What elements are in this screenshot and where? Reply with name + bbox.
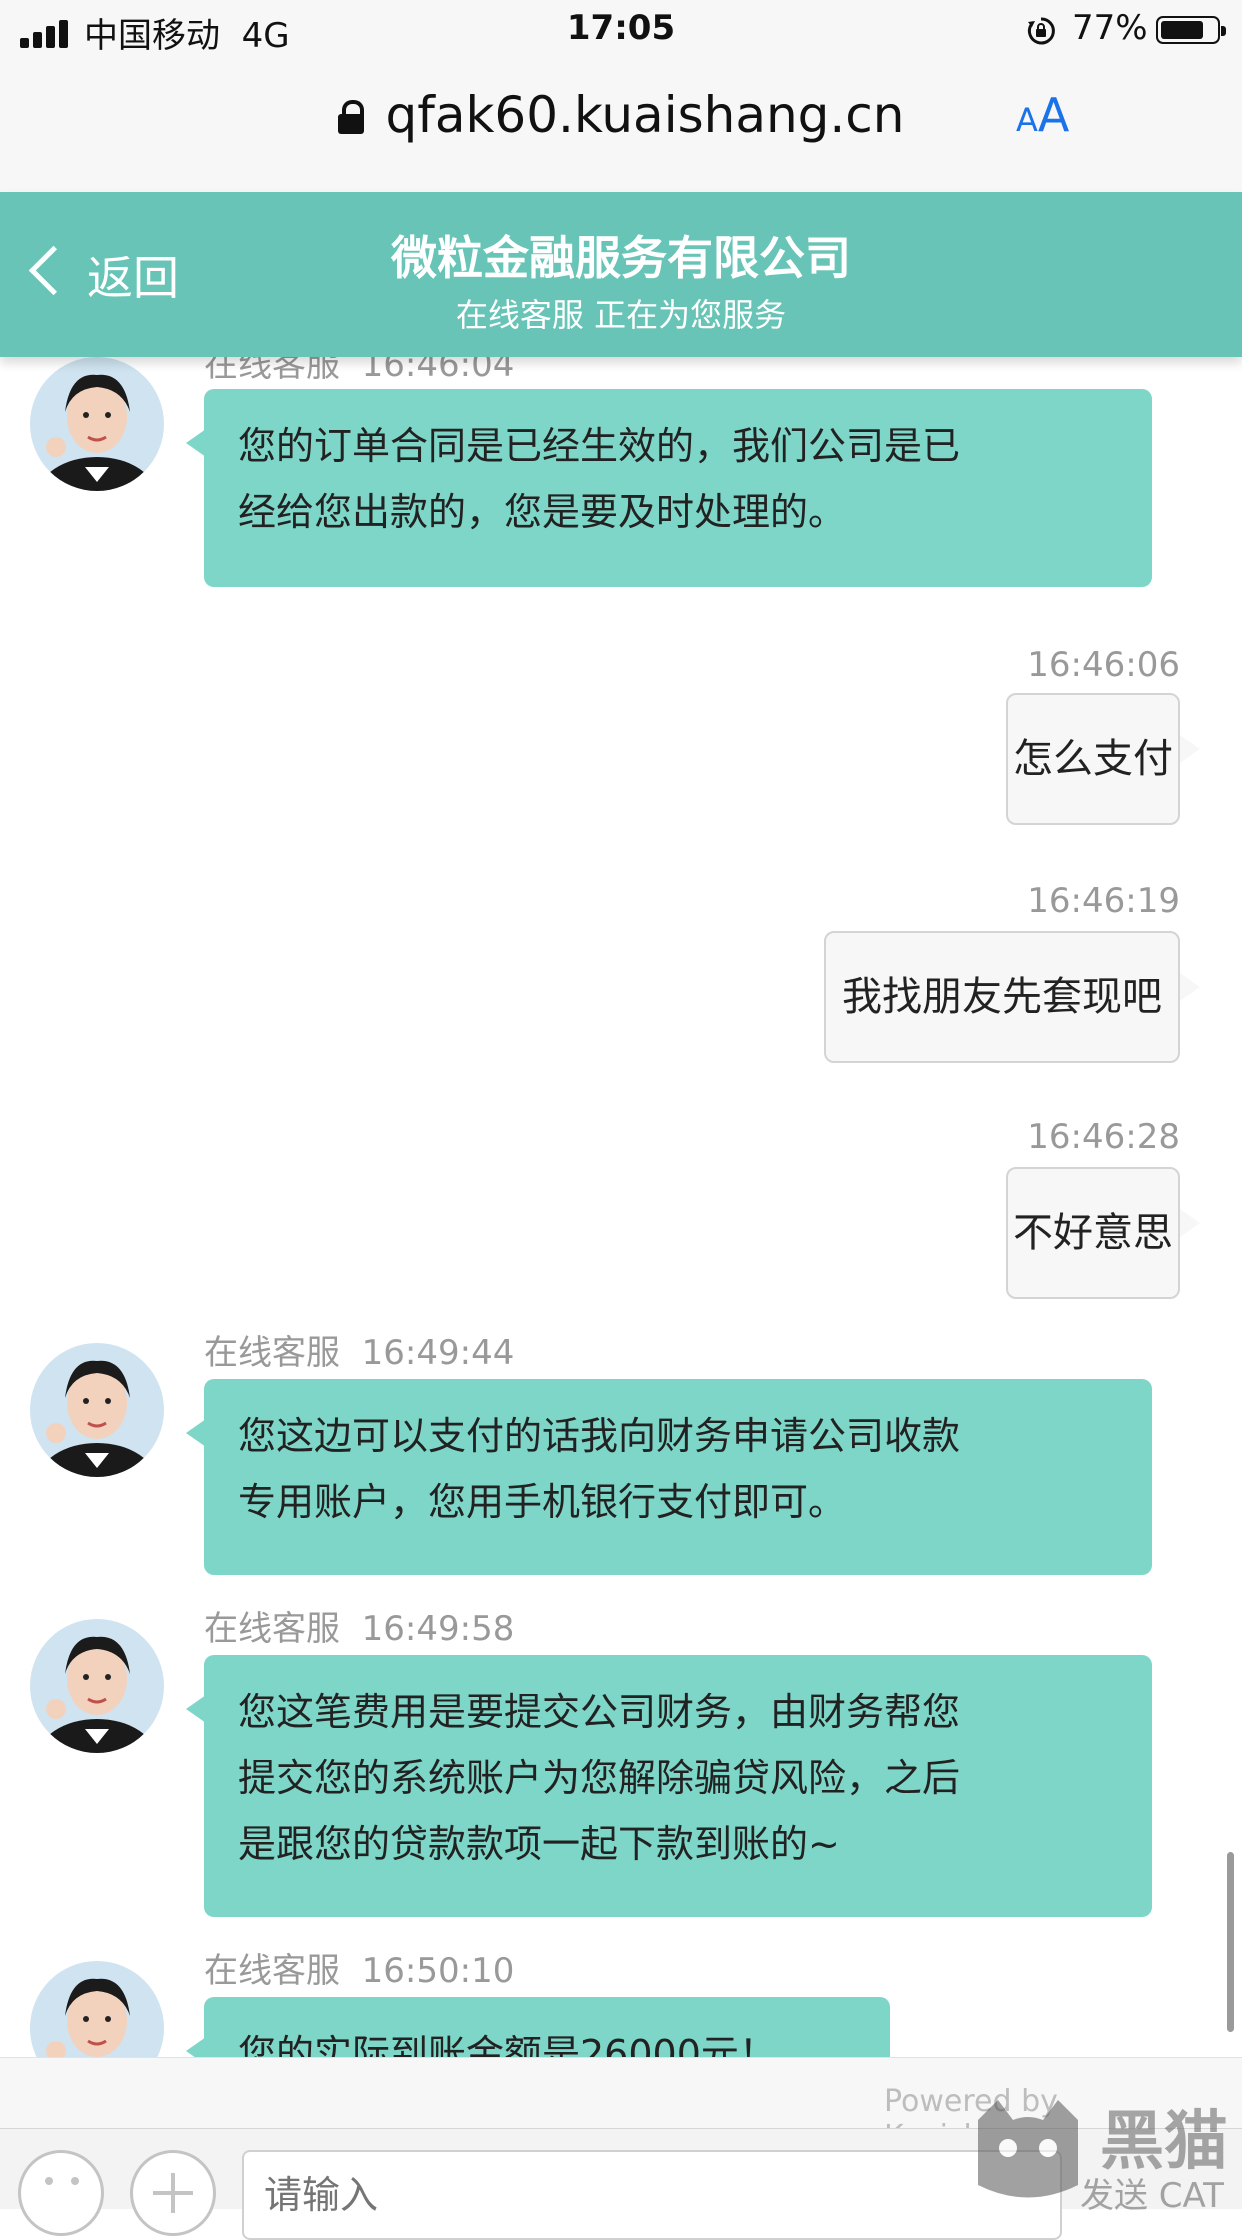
- message-time: 16:46:28: [1027, 1117, 1180, 1157]
- agent-avatar: [30, 1343, 164, 1477]
- url-text: qfak60.kuaishang.cn: [385, 86, 905, 144]
- user-message-bubble: 不好意思: [1006, 1167, 1200, 1299]
- message-input[interactable]: [242, 2150, 1062, 2240]
- battery-percent: 77%: [1072, 8, 1148, 48]
- battery-level: [1161, 21, 1203, 39]
- user-message-bubble: 怎么支付: [1006, 693, 1200, 825]
- message-time: 16:46:19: [1027, 881, 1180, 921]
- page-title: 微粒金融服务有限公司: [391, 231, 851, 285]
- browser-address-bar[interactable]: qfak60.kuaishang.cn AA: [0, 64, 1242, 193]
- add-attachment-button[interactable]: [130, 2150, 216, 2236]
- agent-message-bubble: 您的订单合同是已经生效的，我们公司是已 经给您出款的，您是要及时处理的。: [186, 389, 1152, 587]
- message-time: 16:46:06: [1027, 645, 1180, 685]
- message-meta: 在线客服 16:49:44: [204, 1333, 515, 1373]
- agent-avatar: [30, 1619, 164, 1753]
- chat-scrollbar[interactable]: [1227, 1852, 1234, 2032]
- chat-message-list[interactable]: 在线客服 16:46:04 您的订单合同是已经生效的，我们公司是已 经给您出款的…: [0, 357, 1242, 2057]
- message-meta: 在线客服 16:50:10: [204, 1951, 515, 1991]
- status-bar: 中国移动 4G 17:05 77%: [0, 0, 1242, 64]
- emoji-button[interactable]: [18, 2150, 104, 2236]
- agent-message-bubble: 您的实际到账金额是26000元！: [186, 1997, 890, 2057]
- rotation-lock-icon: [1027, 17, 1055, 45]
- watermark-subtext: 发送 CAT: [1080, 2176, 1224, 2216]
- page-subtitle: 在线客服 正在为您服务: [455, 296, 787, 334]
- battery-icon: [1156, 16, 1226, 44]
- padlock-icon: [337, 100, 364, 134]
- text-size-button[interactable]: AA: [1016, 88, 1069, 142]
- agent-message-bubble: 您这边可以支付的话我向财务申请公司收款 专用账户，您用手机银行支付即可。: [186, 1379, 1152, 1575]
- message-meta: 在线客服 16:49:58: [204, 1609, 515, 1649]
- message-meta: 在线客服 16:46:04: [204, 357, 515, 385]
- agent-message-bubble: 您这笔费用是要提交公司财务，由财务帮您 提交您的系统账户为您解除骗贷风险，之后 …: [186, 1655, 1152, 1917]
- user-message-bubble: 我找朋友先套现吧: [824, 931, 1200, 1063]
- agent-avatar: [30, 1961, 164, 2057]
- chat-header: 返回 微粒金融服务有限公司 在线客服 正在为您服务: [0, 192, 1242, 357]
- agent-avatar: [30, 357, 164, 491]
